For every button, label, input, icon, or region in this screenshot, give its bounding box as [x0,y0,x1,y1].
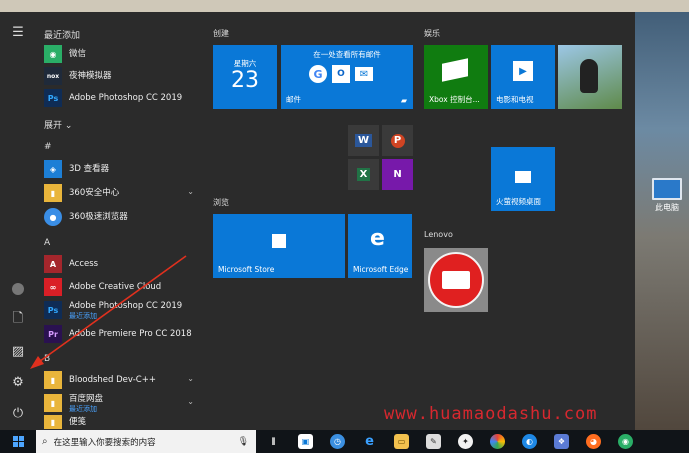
feather-app-icon[interactable]: ❖ [554,434,569,449]
annotation-arrow [30,255,187,369]
game-icon[interactable]: ✦ [458,434,473,449]
wechat-taskbar-icon[interactable]: ◉ [618,434,633,449]
search-placeholder: 在这里输入你要搜索的内容 [53,437,156,448]
chrome-icon[interactable] [490,434,505,449]
microphone-icon[interactable]: 🎙 [238,437,249,447]
search-icon: ⌕ [42,436,48,447]
notepad-icon[interactable]: ✎ [426,434,441,449]
windows-logo-icon [12,436,24,447]
watermark-text: www.huamaodashu.com [384,404,598,424]
clock-app-icon[interactable]: ◷ [330,434,345,449]
task-view-icon[interactable]: ⫼ [266,434,281,449]
file-explorer-icon[interactable]: ▭ [394,434,409,449]
edge-taskbar-icon[interactable]: e [362,434,377,449]
taskbar-search-box[interactable]: ⌕ 在这里输入你要搜索的内容 🎙 [36,430,256,453]
taskbar: ⌕ 在这里输入你要搜索的内容 🎙 ⫼ ▣ ◷ e ▭ ✎ ✦ ◐ ❖ ◕ ◉ [0,430,689,453]
browser-icon[interactable]: ◐ [522,434,537,449]
firefox-icon[interactable]: ◕ [586,434,601,449]
start-button[interactable] [0,430,36,453]
store-taskbar-icon[interactable]: ▣ [298,434,313,449]
